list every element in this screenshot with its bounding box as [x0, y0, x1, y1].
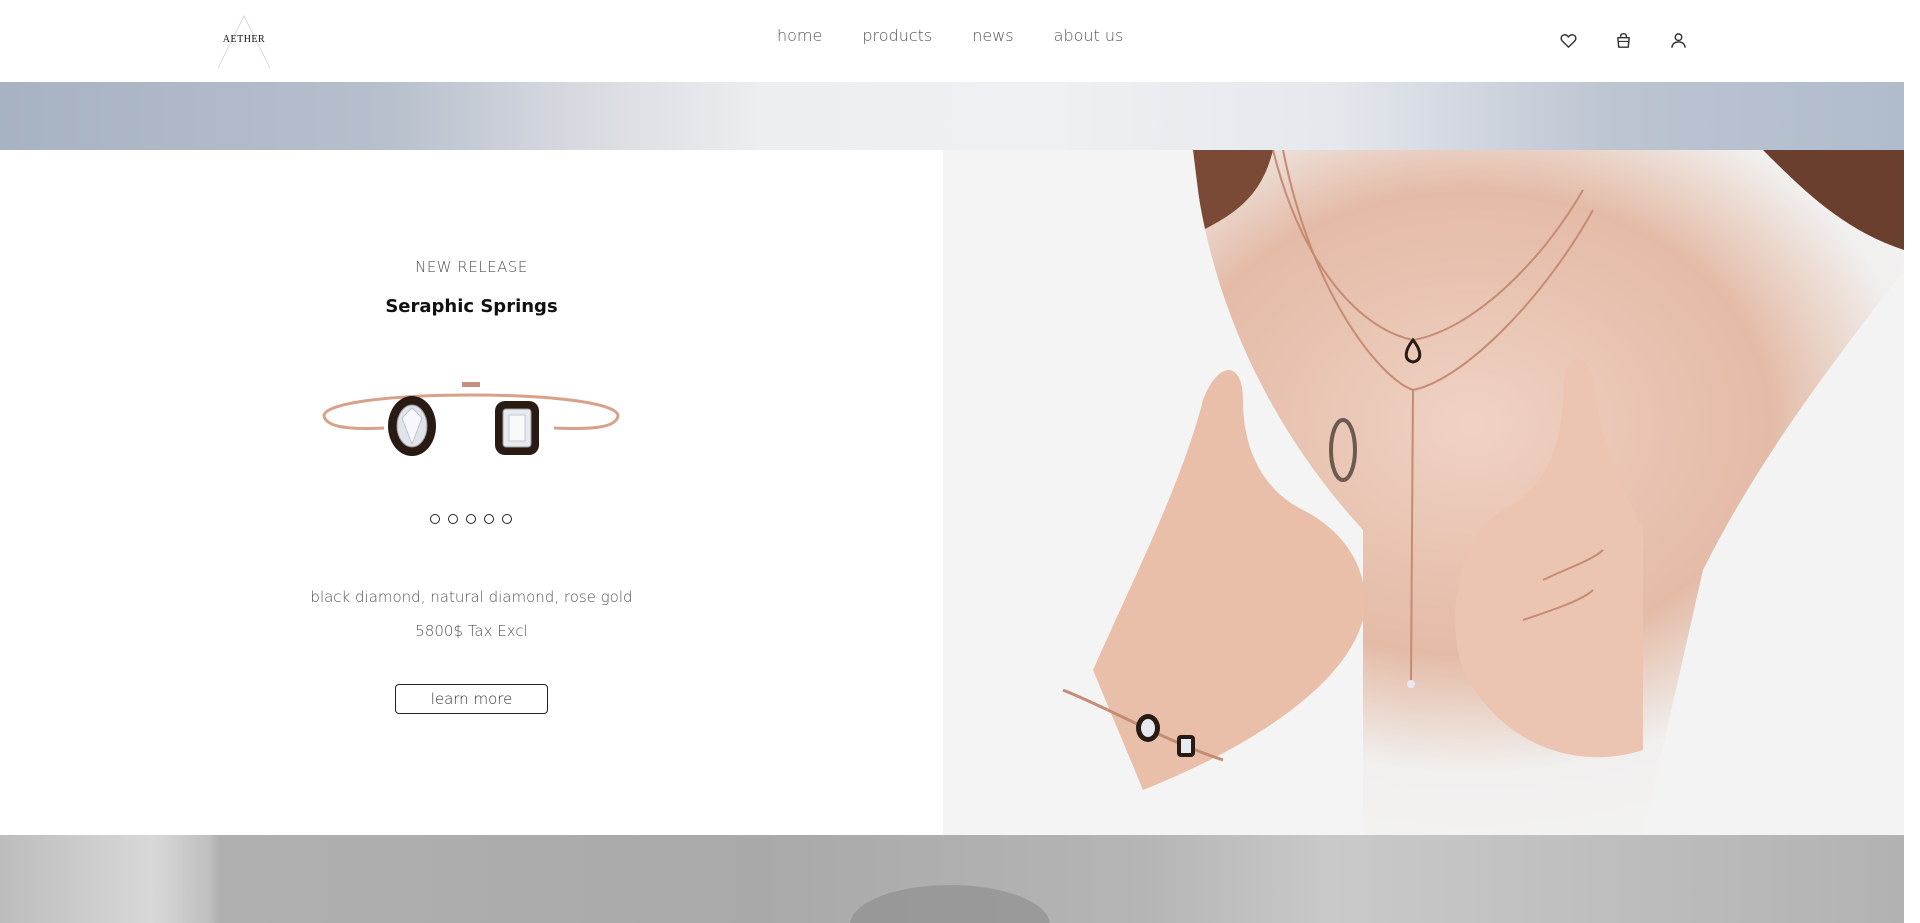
product-feature — [0, 150, 943, 835]
carousel-dot[interactable] — [502, 514, 512, 524]
carousel-dot[interactable] — [430, 514, 440, 524]
site-header: AETHER home products news about us — [0, 0, 1904, 82]
product-title: Seraphic Springs — [385, 296, 558, 317]
product-eyebrow: NEW RELEASE — [415, 258, 528, 276]
carousel-dots — [430, 514, 512, 524]
heart-icon[interactable] — [1559, 31, 1578, 50]
user-icon[interactable] — [1669, 31, 1688, 50]
logo-text: AETHER — [222, 34, 266, 45]
page: AETHER home products news about us NEW R… — [0, 0, 1904, 923]
learn-more-button[interactable]: learn more — [395, 684, 548, 714]
bag-icon[interactable] — [1614, 31, 1633, 50]
model-jewelry-photo — [943, 150, 1904, 835]
main-nav: home products news about us — [777, 26, 1123, 45]
product-image-bracelet[interactable] — [304, 368, 638, 468]
next-section-banner — [0, 835, 1904, 923]
nav-about-us[interactable]: about us — [1054, 26, 1124, 45]
carousel-dot[interactable] — [448, 514, 458, 524]
nav-products[interactable]: products — [862, 26, 932, 45]
product-materials: black diamond, natural diamond, rose gol… — [310, 588, 633, 606]
nav-news[interactable]: news — [972, 26, 1013, 45]
carousel-dot[interactable] — [466, 514, 476, 524]
nav-home[interactable]: home — [777, 26, 822, 45]
product-price: 5800$ Tax Excl — [415, 622, 528, 640]
hero-banner-strip — [0, 82, 1904, 150]
carousel-dot[interactable] — [484, 514, 494, 524]
banner-shadow-shape — [850, 885, 1050, 923]
brand-logo[interactable]: AETHER — [216, 14, 272, 70]
header-actions — [1559, 31, 1688, 50]
